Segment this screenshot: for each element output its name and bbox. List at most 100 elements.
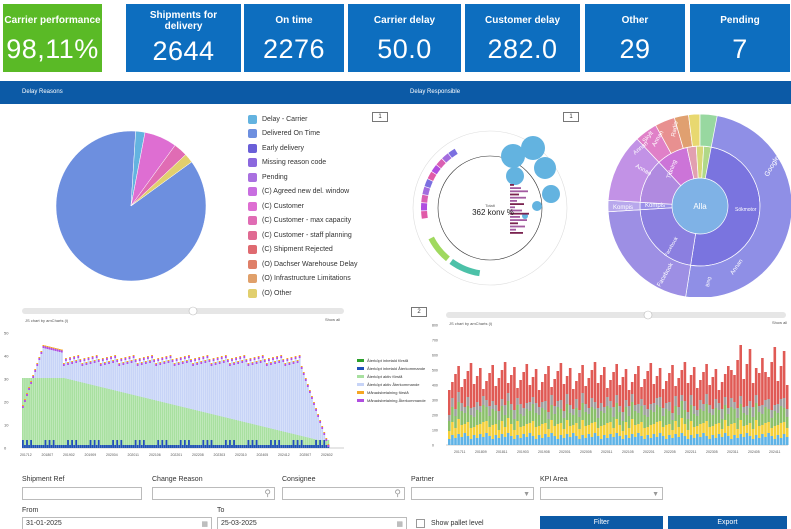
chart-bar[interactable] (460, 403, 463, 411)
chart-bar[interactable] (30, 378, 32, 448)
chart-bar[interactable] (186, 445, 188, 448)
chart-bar[interactable] (138, 359, 141, 361)
chart-bar[interactable] (309, 390, 311, 391)
chart-bar[interactable] (83, 358, 86, 359)
chart-bar[interactable] (163, 364, 166, 403)
chart-bar[interactable] (751, 439, 755, 445)
chart-bar[interactable] (674, 396, 677, 406)
chart-bar[interactable] (782, 434, 786, 445)
chart-bar[interactable] (63, 378, 65, 448)
chart-bar[interactable] (550, 420, 553, 433)
chart-bar[interactable] (637, 404, 640, 413)
chart-bar[interactable] (280, 355, 283, 356)
chart-bar[interactable] (77, 356, 80, 358)
chart-bar[interactable] (596, 436, 600, 445)
chart-bar[interactable] (153, 360, 155, 362)
chart-bar[interactable] (776, 425, 780, 435)
chart-bar[interactable] (214, 415, 217, 448)
chart-bar[interactable] (321, 427, 324, 429)
chart-bar[interactable] (674, 434, 677, 445)
chart-bar[interactable] (668, 411, 671, 424)
chart-bar[interactable] (482, 405, 485, 422)
chart-bar[interactable] (448, 431, 451, 439)
chart-bar[interactable] (562, 411, 566, 418)
chart-bar[interactable] (671, 430, 674, 438)
chart-bar[interactable] (587, 414, 591, 425)
chart-bar[interactable] (177, 362, 180, 363)
chart-bar[interactable] (782, 422, 786, 434)
chart-bar[interactable] (683, 410, 687, 424)
chart-bar[interactable] (618, 412, 622, 425)
chart-bar[interactable] (643, 405, 646, 415)
chart-bar[interactable] (222, 361, 225, 363)
chart-bar[interactable] (544, 374, 547, 401)
chart-bar[interactable] (315, 411, 317, 440)
chart-bar[interactable] (640, 436, 643, 445)
chart-bar[interactable] (485, 381, 488, 400)
chart-bar[interactable] (319, 420, 322, 421)
chart-bar[interactable] (147, 445, 149, 448)
chart-bar[interactable] (292, 364, 295, 434)
chart-bar[interactable] (313, 403, 315, 405)
chart-bar[interactable] (122, 392, 125, 449)
chart-bar[interactable] (294, 356, 297, 357)
chart-bar[interactable] (132, 395, 135, 448)
kpi-carrier-delay[interactable]: Carrier delay 50.0 (348, 4, 461, 72)
chart-bar[interactable] (101, 387, 104, 449)
chart-bar[interactable] (79, 359, 82, 360)
chart-bar[interactable] (463, 413, 467, 424)
chart-bar[interactable] (528, 411, 532, 423)
chart-bar[interactable] (500, 406, 504, 421)
chart-bar[interactable] (255, 364, 258, 425)
chart-bar[interactable] (624, 407, 628, 422)
chart-bar[interactable] (674, 421, 677, 434)
chart-bar[interactable] (263, 362, 266, 427)
chart-bar[interactable] (717, 390, 721, 403)
chart-bar[interactable] (220, 445, 223, 448)
chart-bar[interactable] (153, 400, 155, 448)
chart-bar[interactable] (237, 364, 240, 421)
chart-bar[interactable] (764, 407, 767, 423)
chart-bar[interactable] (643, 379, 646, 405)
chart-bar[interactable] (500, 421, 504, 434)
chart-bar[interactable] (317, 445, 319, 448)
chart-bar[interactable] (556, 407, 560, 424)
chart-bar[interactable] (132, 358, 135, 395)
chart-bar[interactable] (60, 352, 63, 379)
chart-bar[interactable] (134, 440, 137, 448)
chart-bar[interactable] (81, 382, 84, 449)
chart-bar[interactable] (451, 435, 454, 445)
chart-bar[interactable] (75, 381, 78, 448)
chart-bar[interactable] (243, 422, 246, 448)
chart-bar[interactable] (665, 425, 668, 439)
chart-bar[interactable] (24, 399, 26, 400)
chart-bar[interactable] (163, 361, 166, 362)
chart-bar[interactable] (463, 407, 467, 413)
chart-bar[interactable] (553, 379, 556, 406)
chart-bar[interactable] (95, 358, 98, 386)
chart-bar[interactable] (699, 400, 702, 409)
chart-bar[interactable] (460, 387, 463, 403)
chart-bar[interactable] (599, 426, 603, 439)
chart-bar[interactable] (124, 445, 127, 448)
chart-bar[interactable] (565, 434, 569, 445)
chart-bar[interactable] (315, 440, 317, 448)
chart-bar[interactable] (720, 437, 724, 445)
chart-bar[interactable] (206, 355, 209, 356)
chart-bar[interactable] (711, 377, 715, 409)
chart-bar[interactable] (469, 363, 473, 408)
chart-bar[interactable] (270, 365, 272, 429)
chart-bar[interactable] (319, 423, 322, 440)
chart-bar[interactable] (630, 402, 634, 419)
chart-bar[interactable] (44, 348, 47, 379)
chart-bar[interactable] (466, 436, 470, 445)
chart-bar[interactable] (99, 364, 102, 366)
chart-bar[interactable] (603, 425, 606, 435)
chart-bar[interactable] (463, 424, 467, 433)
chart-bar[interactable] (745, 364, 749, 406)
chart-bar[interactable] (181, 445, 184, 448)
chart-bar[interactable] (149, 363, 151, 399)
chart-bar[interactable] (87, 445, 90, 448)
chart-bar[interactable] (34, 378, 37, 448)
chart-bar[interactable] (696, 410, 699, 416)
